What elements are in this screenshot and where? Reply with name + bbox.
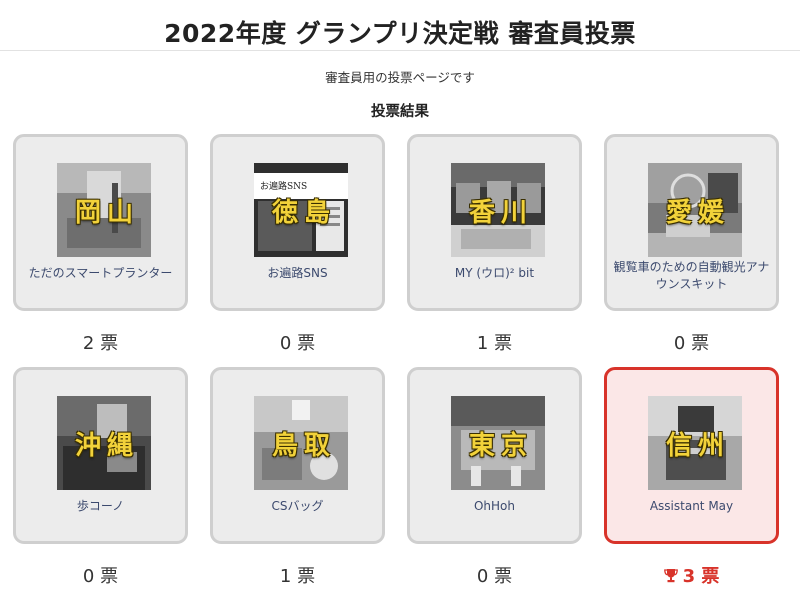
entry-card-okinawa[interactable]: 沖縄 歩コーノ: [13, 367, 188, 544]
entry-photo: 東京: [451, 396, 545, 490]
vote-count: 2 票: [82, 333, 119, 354]
winner-vote-count: 3 票: [604, 562, 779, 588]
entry-photo: 香川: [451, 163, 545, 257]
entry-name: MY (ウロ)² bit: [454, 266, 535, 280]
entry-photo: 岡山: [57, 163, 151, 257]
vote-count: 1 票: [476, 333, 513, 354]
prefecture-label: 愛媛: [665, 197, 730, 228]
vote-count: 0 票: [279, 333, 316, 354]
vote-count: 1 票: [279, 566, 316, 587]
prefecture-label: 東京: [468, 430, 533, 461]
entry-name: ただのスマートプランター: [28, 266, 173, 280]
prefecture-label: 信州: [665, 430, 730, 461]
vote-count: 0 票: [476, 566, 513, 587]
entry-name: CSバッグ: [271, 499, 324, 513]
entry-card-shinshu[interactable]: 信州 Assistant May: [604, 367, 779, 544]
entry-card-ehime[interactable]: 愛媛 観覧車のための自動観光アナウンスキット: [604, 134, 779, 311]
entry-card-tottori[interactable]: 鳥取 CSバッグ: [210, 367, 385, 544]
entry-photo: 沖縄: [57, 396, 151, 490]
trophy-icon: [663, 569, 678, 583]
entry-photo: お遍路SNS 徳島: [254, 163, 348, 257]
entry-card-tokushima[interactable]: お遍路SNS 徳島 お遍路SNS: [210, 134, 385, 311]
vote-count: 0 票: [82, 566, 119, 587]
prefecture-label: 岡山: [74, 197, 139, 228]
prefecture-label: 沖縄: [74, 430, 139, 461]
entry-photo: 鳥取: [254, 396, 348, 490]
entry-name: 歩コーノ: [76, 499, 125, 513]
entry-card-okayama[interactable]: 岡山 ただのスマートプランター: [13, 134, 188, 311]
prefecture-label: 鳥取: [271, 430, 336, 461]
entries-grid: 岡山 ただのスマートプランター お遍路SNS 徳島 お遍路SNS 香川 MY (…: [0, 0, 800, 600]
entry-photo: 愛媛: [648, 163, 742, 257]
entry-name: 観覧車のための自動観光アナウンスキット: [613, 260, 770, 291]
prefecture-label: 徳島: [271, 197, 336, 228]
entry-name: お遍路SNS: [267, 266, 328, 280]
vote-count: 0 票: [673, 333, 710, 354]
entry-name: OhHoh: [473, 499, 516, 513]
entry-card-tokyo[interactable]: 東京 OhHoh: [407, 367, 582, 544]
entry-card-kagawa[interactable]: 香川 MY (ウロ)² bit: [407, 134, 582, 311]
entry-name: Assistant May: [649, 499, 734, 513]
prefecture-label: 香川: [468, 197, 533, 228]
entry-photo: 信州: [648, 396, 742, 490]
